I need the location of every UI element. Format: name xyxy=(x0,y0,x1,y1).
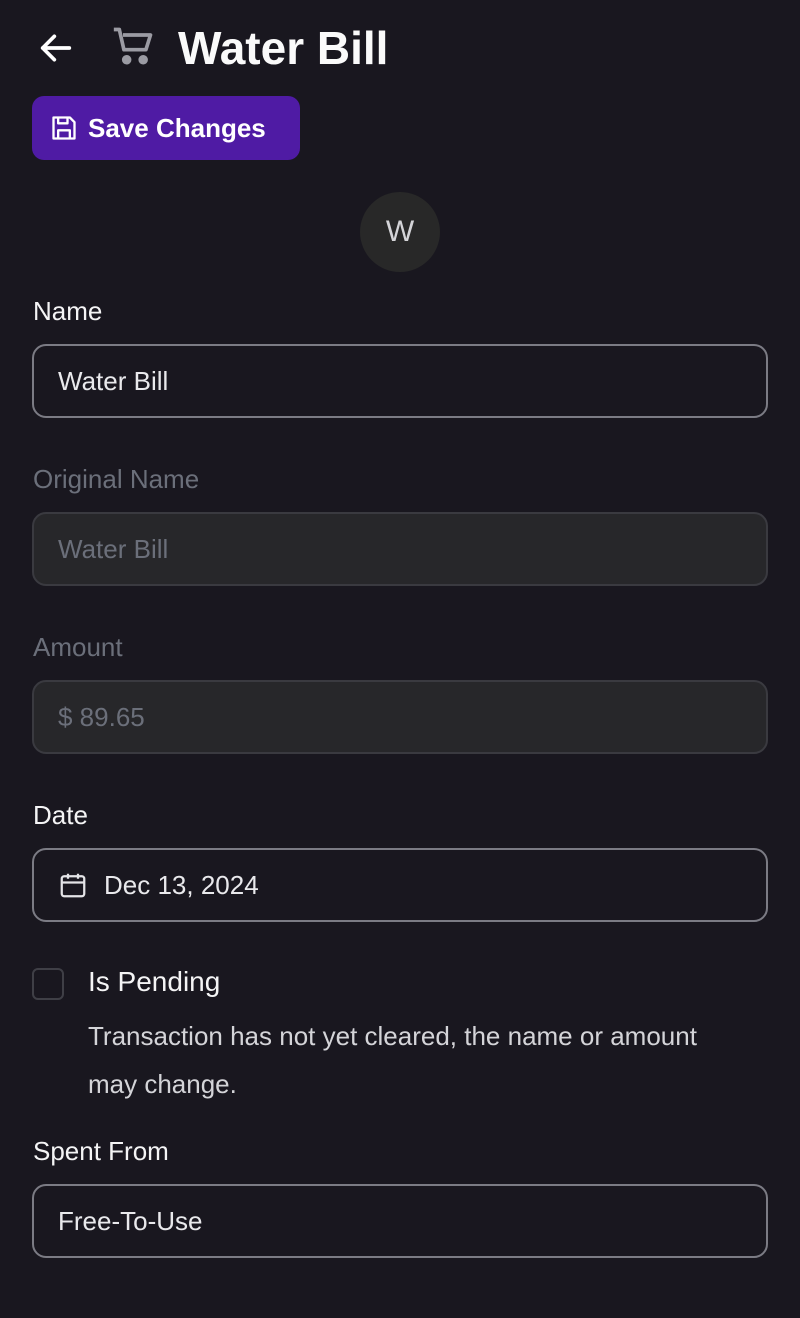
original-name-label: Original Name xyxy=(33,464,200,494)
calendar-icon xyxy=(60,873,86,898)
name-value: Water Bill xyxy=(58,365,169,396)
amount-label: Amount xyxy=(33,632,123,662)
spent-from-label: Spent From xyxy=(33,1136,169,1166)
spent-from-select[interactable]: Free-To-Use xyxy=(32,1184,768,1258)
amount-value: $ 89.65 xyxy=(58,701,145,732)
original-name-value: Water Bill xyxy=(58,533,169,564)
name-label: Name xyxy=(33,296,103,326)
name-input[interactable]: Water Bill xyxy=(32,344,768,418)
amount-input: $ 89.65 xyxy=(32,680,768,754)
back-button[interactable] xyxy=(36,28,76,68)
save-changes-button[interactable]: Save Changes xyxy=(32,96,300,160)
date-input[interactable]: Dec 13, 2024 xyxy=(32,848,768,922)
arrow-left-icon xyxy=(40,34,72,62)
floppy-disk-icon xyxy=(52,116,76,140)
is-pending-checkbox[interactable] xyxy=(32,968,64,1000)
avatar-initial: W xyxy=(385,215,415,248)
spent-from-value: Free-To-Use xyxy=(58,1205,203,1236)
shopping-cart-icon xyxy=(112,24,156,68)
save-changes-label: Save Changes xyxy=(88,112,266,143)
date-value: Dec 13, 2024 xyxy=(104,869,259,900)
avatar[interactable]: W xyxy=(360,192,440,272)
original-name-input: Water Bill xyxy=(32,512,768,586)
is-pending-description: Transaction has not yet cleared, the nam… xyxy=(88,1021,697,1099)
date-label: Date xyxy=(33,800,88,830)
is-pending-label: Is Pending xyxy=(88,966,221,997)
page-title: Water Bill xyxy=(178,22,389,74)
